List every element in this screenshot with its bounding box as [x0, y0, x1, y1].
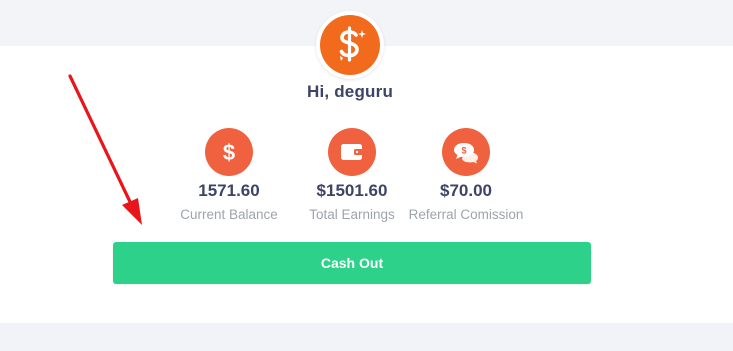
annotation-arrow-icon [68, 74, 142, 225]
